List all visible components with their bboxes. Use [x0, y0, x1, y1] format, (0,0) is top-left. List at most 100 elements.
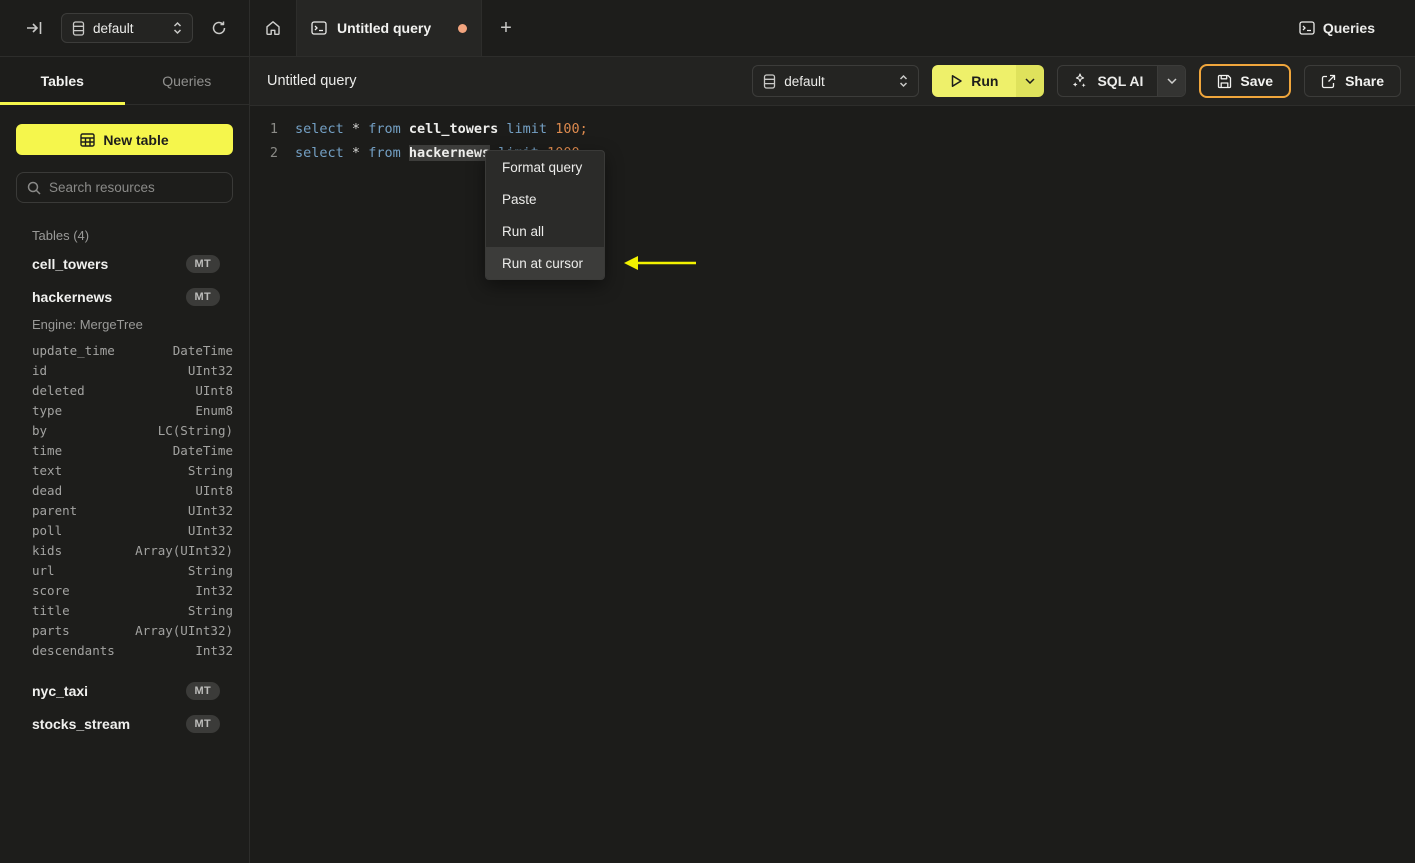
column-row-parent: parent UInt32: [0, 500, 249, 520]
search-box[interactable]: [16, 172, 233, 203]
engine-badge: MT: [185, 287, 220, 306]
sql-ai-button[interactable]: SQL AI: [1058, 66, 1157, 96]
sql-ai-options-button[interactable]: [1157, 66, 1186, 96]
column-name: parent: [32, 502, 78, 518]
column-name: id: [32, 362, 48, 378]
column-type: LC(String): [157, 422, 233, 438]
chevron-down-icon: [1167, 78, 1177, 84]
column-name: text: [32, 462, 63, 478]
column-row-type: type Enum8: [0, 400, 249, 420]
column-row-poll: poll UInt32: [0, 520, 249, 540]
column-row-id: id UInt32: [0, 360, 249, 380]
tab-label: Untitled query: [337, 20, 432, 36]
column-row-parts: parts Array(UInt32): [0, 620, 249, 640]
editor-toolbar: Untitled query default Run SQL AI Save S…: [250, 57, 1415, 106]
save-button[interactable]: Save: [1199, 64, 1292, 98]
table-list: cell_towers MT hackernews MT Engine: MergeTr…: [0, 247, 249, 740]
code-text: select * from cell_towers limit 100;: [295, 121, 588, 137]
refresh-button[interactable]: [209, 18, 229, 38]
home-button[interactable]: [250, 0, 297, 56]
sidebar: Tables Queries New table Tables (4) cell…: [0, 57, 250, 863]
column-type: UInt8: [195, 482, 233, 498]
unsaved-changes-dot: [458, 23, 467, 33]
column-name: score: [32, 582, 70, 598]
engine-badge: MT: [185, 681, 220, 700]
run-options-button[interactable]: [1016, 65, 1045, 97]
column-name: title: [32, 602, 70, 618]
save-label: Save: [1240, 73, 1274, 89]
column-row-deleted: deleted UInt8: [0, 380, 249, 400]
database-selector-toolbar[interactable]: default: [752, 65, 920, 97]
queries-button[interactable]: Queries: [1299, 0, 1415, 56]
query-title: Untitled query: [267, 73, 357, 89]
column-row-kids: kids Array(UInt32): [0, 540, 249, 560]
top-bar-left: default: [0, 0, 250, 56]
column-name: kids: [32, 542, 63, 558]
column-type: UInt8: [195, 382, 233, 398]
column-name: url: [32, 562, 55, 578]
refresh-icon: [211, 20, 227, 36]
share-button[interactable]: Share: [1304, 65, 1401, 97]
tables-section-header: Tables (4): [32, 228, 90, 243]
database-selector-value: default: [784, 73, 825, 89]
database-icon: [72, 20, 85, 36]
table-row-hackernews[interactable]: hackernews MT: [0, 280, 249, 313]
run-button[interactable]: Run: [932, 65, 1017, 97]
line-number: 2: [269, 145, 278, 161]
select-chevrons-icon: [899, 74, 908, 88]
column-name: deleted: [32, 382, 85, 398]
select-chevrons-icon: [173, 21, 182, 35]
share-external-icon: [1321, 74, 1336, 89]
column-type: UInt32: [187, 502, 233, 518]
engine-badge: MT: [185, 714, 220, 733]
column-type: Array(UInt32): [135, 542, 233, 558]
sql-editor[interactable]: 1 select * from cell_towers limit 100; 2 se…: [250, 107, 1415, 863]
selected-token: hackernews: [408, 145, 491, 161]
table-grid-icon: [80, 132, 96, 147]
share-label: Share: [1345, 73, 1384, 89]
tab-untitled-query[interactable]: Untitled query: [297, 0, 482, 56]
column-row-title: title String: [0, 600, 249, 620]
sql-ai-button-group: SQL AI: [1057, 65, 1187, 97]
table-row-stocks_stream[interactable]: stocks_stream MT: [0, 707, 249, 740]
table-name: nyc_taxi: [32, 682, 89, 699]
database-selector-value: default: [93, 20, 134, 36]
editor-context-menu: Format query Paste Run all Run at cursor: [485, 150, 605, 280]
column-type: DateTime: [172, 342, 233, 358]
column-type: UInt32: [187, 522, 233, 538]
column-row-by: by LC(String): [0, 420, 249, 440]
terminal-icon: [311, 21, 327, 35]
table-name: hackernews: [32, 288, 113, 305]
sparkles-icon: [1072, 73, 1088, 89]
top-bar: default Untitled query + Queries: [0, 0, 1415, 57]
menu-item-run-all[interactable]: Run all: [486, 215, 604, 247]
save-floppy-icon: [1217, 74, 1232, 89]
sidebar-tab-queries[interactable]: Queries: [125, 57, 250, 104]
sql-ai-label: SQL AI: [1097, 73, 1144, 89]
column-name: time: [32, 442, 63, 458]
column-type: Array(UInt32): [135, 622, 233, 638]
code-line-2: 2select * from hackernews limit 1000: [250, 141, 1415, 165]
line-number: 1: [269, 121, 278, 137]
new-table-label: New table: [103, 131, 169, 148]
column-row-time: time DateTime: [0, 440, 249, 460]
database-icon: [763, 73, 776, 89]
column-row-text: text String: [0, 460, 249, 480]
column-name: update_time: [32, 342, 115, 358]
play-icon: [950, 74, 963, 88]
column-type: Enum8: [195, 402, 233, 418]
new-tab-button[interactable]: +: [482, 0, 530, 56]
table-row-nyc_taxi[interactable]: nyc_taxi MT: [0, 674, 249, 707]
sidebar-tabs: Tables Queries: [0, 57, 249, 105]
new-table-button[interactable]: New table: [16, 124, 233, 155]
collapse-sidebar-button[interactable]: [24, 19, 45, 37]
sidebar-tab-tables[interactable]: Tables: [0, 57, 125, 105]
menu-item-paste[interactable]: Paste: [486, 183, 604, 215]
database-selector-top[interactable]: default: [61, 13, 193, 43]
menu-item-format-query[interactable]: Format query: [486, 151, 604, 183]
column-name: descendants: [32, 642, 115, 658]
search-input[interactable]: [49, 180, 222, 195]
table-name: cell_towers: [32, 255, 109, 272]
table-row-cell_towers[interactable]: cell_towers MT: [0, 247, 249, 280]
menu-item-run-at-cursor[interactable]: Run at cursor: [486, 247, 604, 279]
